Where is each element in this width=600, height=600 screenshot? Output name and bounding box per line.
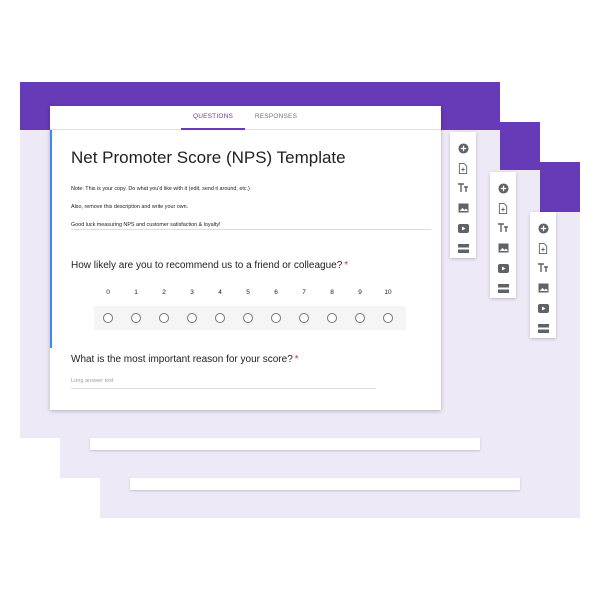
- background-card-strip: [90, 438, 480, 450]
- active-section-indicator: [50, 130, 52, 348]
- scale-radio[interactable]: [327, 313, 337, 323]
- add-title-icon[interactable]: [533, 258, 553, 278]
- question-nps[interactable]: How likely are you to recommend us to a …: [71, 260, 348, 271]
- form-card: QUESTIONS RESPONSES Net Promoter Score (…: [50, 106, 441, 410]
- description-underline: [71, 229, 431, 230]
- question-reason[interactable]: What is the most important reason for yo…: [71, 354, 299, 365]
- scale-label: 1: [134, 289, 138, 296]
- add-video-icon[interactable]: [493, 258, 513, 278]
- add-section-icon[interactable]: [453, 238, 473, 258]
- scale-radio[interactable]: [159, 313, 169, 323]
- scale-radio[interactable]: [215, 313, 225, 323]
- scale-radio[interactable]: [131, 313, 141, 323]
- add-question-icon[interactable]: [493, 178, 513, 198]
- question-text: How likely are you to recommend us to a …: [71, 260, 343, 271]
- question-text: What is the most important reason for yo…: [71, 354, 293, 365]
- long-answer-underline: [71, 388, 376, 389]
- add-section-icon[interactable]: [533, 318, 553, 338]
- import-questions-icon[interactable]: [533, 238, 553, 258]
- add-image-icon[interactable]: [453, 198, 473, 218]
- scale-label: 10: [384, 289, 392, 296]
- add-video-icon[interactable]: [533, 298, 553, 318]
- add-video-icon[interactable]: [453, 218, 473, 238]
- form-title[interactable]: Net Promoter Score (NPS) Template: [71, 148, 346, 168]
- add-image-icon[interactable]: [533, 278, 553, 298]
- scale-label: 7: [302, 289, 306, 296]
- tab-responses[interactable]: RESPONSES: [246, 106, 306, 130]
- scale-radio[interactable]: [271, 313, 281, 323]
- scale-radio[interactable]: [299, 313, 309, 323]
- add-title-icon[interactable]: [493, 218, 513, 238]
- add-image-icon[interactable]: [493, 238, 513, 258]
- add-question-icon[interactable]: [453, 138, 473, 158]
- scale-label: 5: [246, 289, 250, 296]
- scale-label: 9: [358, 289, 362, 296]
- scale-radio[interactable]: [103, 313, 113, 323]
- linear-scale: [94, 306, 406, 330]
- scale-radio[interactable]: [243, 313, 253, 323]
- form-tabs: QUESTIONS RESPONSES: [50, 106, 441, 130]
- long-answer-placeholder: Long answer text: [71, 378, 114, 384]
- question-toolbar: [490, 172, 516, 298]
- tab-questions[interactable]: QUESTIONS: [181, 106, 245, 130]
- add-title-icon[interactable]: [453, 178, 473, 198]
- form-description-line[interactable]: Note: This is your copy. Do what you'd l…: [71, 186, 250, 192]
- scale-label: 6: [274, 289, 278, 296]
- scale-radio[interactable]: [383, 313, 393, 323]
- import-questions-icon[interactable]: [493, 198, 513, 218]
- scale-label: 8: [330, 289, 334, 296]
- background-card-strip: [130, 478, 520, 490]
- required-mark: *: [344, 260, 349, 271]
- scale-labels: 0 1 2 3 4 5 6 7 8 9 10: [94, 289, 406, 299]
- scale-label: 4: [218, 289, 222, 296]
- scale-radio[interactable]: [355, 313, 365, 323]
- add-question-icon[interactable]: [533, 218, 553, 238]
- add-section-icon[interactable]: [493, 278, 513, 298]
- form-description-line[interactable]: Also, remove this description and write …: [71, 204, 188, 210]
- scale-label: 0: [106, 289, 110, 296]
- question-toolbar: [530, 212, 556, 338]
- import-questions-icon[interactable]: [453, 158, 473, 178]
- scale-label: 3: [190, 289, 194, 296]
- required-mark: *: [294, 354, 299, 365]
- scale-radio[interactable]: [187, 313, 197, 323]
- question-toolbar: [450, 132, 476, 258]
- scale-label: 2: [162, 289, 166, 296]
- form-description-line[interactable]: Good luck measuring NPS and customer sat…: [71, 222, 221, 228]
